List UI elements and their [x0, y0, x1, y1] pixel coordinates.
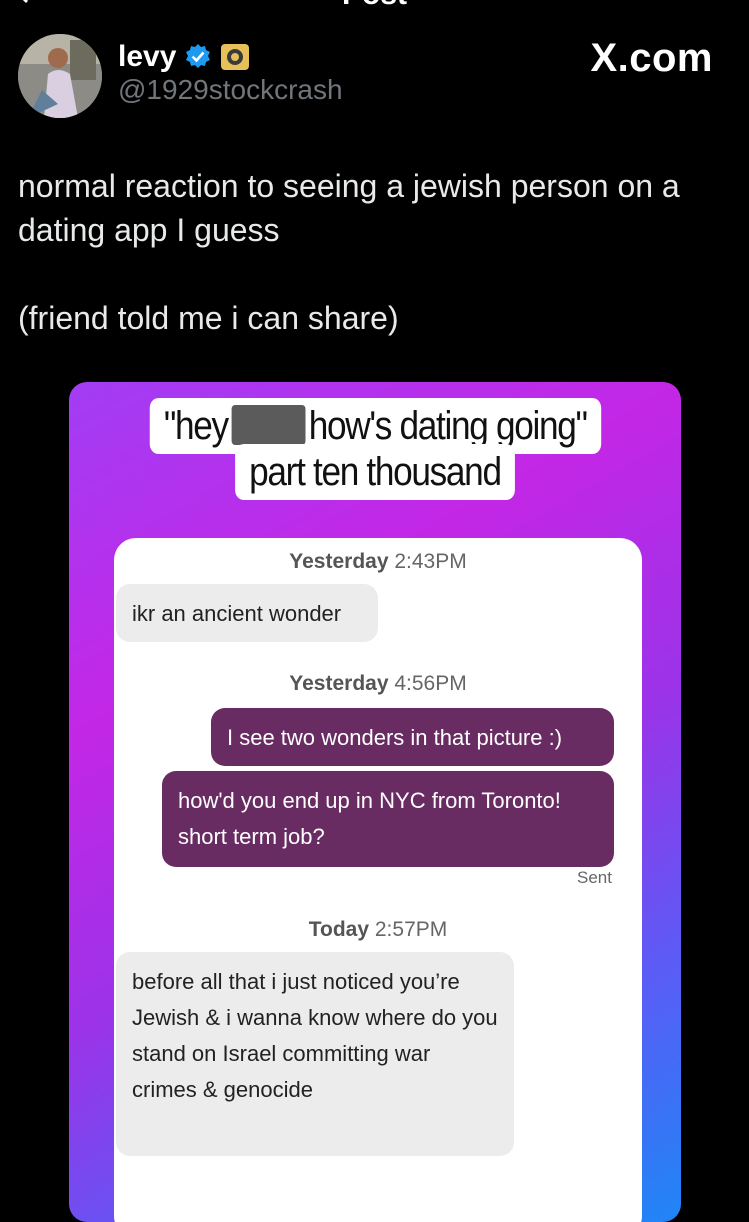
timestamp-day: Today — [308, 918, 370, 941]
timestamp-time: 2:43PM — [394, 550, 467, 573]
verified-badge-icon — [186, 44, 211, 68]
caption-line-2: part ten thousand — [69, 444, 681, 500]
affiliate-badge-icon — [221, 44, 250, 70]
timestamp-2: Yesterday 4:56PM — [114, 672, 642, 696]
timestamp-1: Yesterday 2:43PM — [114, 550, 642, 574]
caption-text-b: how's dating going" — [308, 404, 588, 448]
redacted-name — [231, 405, 305, 445]
received-message: before all that i just noticed you’re Je… — [116, 952, 514, 1156]
page-title: Post — [0, 0, 749, 12]
caption-text-line2: part ten thousand — [235, 444, 515, 500]
site-watermark: X.com — [590, 36, 713, 80]
post-text: normal reaction to seeing a jewish perso… — [18, 168, 680, 336]
author-name[interactable]: levy — [118, 40, 176, 74]
sent-status: Sent — [577, 868, 612, 887]
timestamp-3: Today 2:57PM — [114, 918, 642, 942]
avatar[interactable] — [18, 34, 102, 118]
timestamp-day: Yesterday — [289, 672, 389, 695]
timestamp-time: 2:57PM — [374, 918, 448, 941]
chat-screenshot: Yesterday 2:43PM ikr an ancient wonder Y… — [114, 538, 642, 1222]
post-media-image[interactable]: "hey how's dating going" part ten thousan… — [69, 382, 681, 1222]
sent-message: how'd you end up in NYC from Toronto! sh… — [162, 771, 614, 867]
sent-message: I see two wonders in that picture :) — [211, 708, 614, 766]
timestamp-day: Yesterday — [289, 550, 389, 573]
top-bar: Post — [0, 0, 749, 11]
timestamp-time: 4:56PM — [394, 672, 467, 695]
author-name-row: levy — [118, 40, 250, 74]
received-message: ikr an ancient wonder — [116, 584, 378, 642]
author-handle[interactable]: @1929stockcrash — [118, 74, 343, 106]
caption-text-a: "hey — [163, 404, 229, 448]
